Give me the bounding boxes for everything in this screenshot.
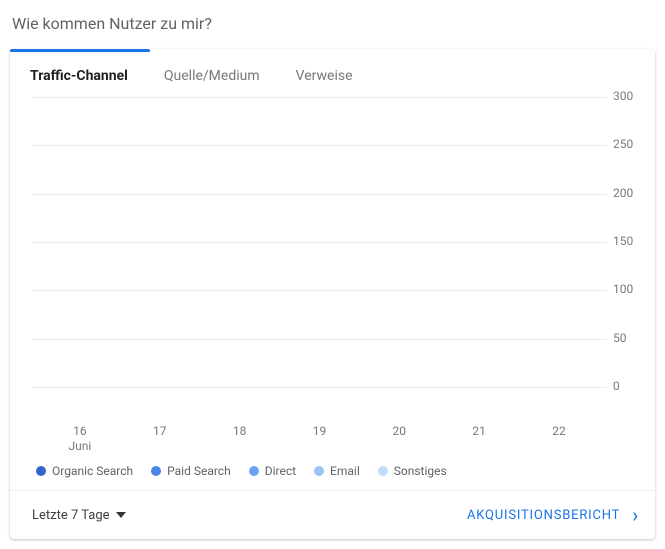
acquisition-card: Traffic-Channel Quelle/Medium Verweise 0 50… [10,49,655,539]
tab-quelle-medium[interactable]: Quelle/Medium [164,68,260,84]
chart-legend: Organic Search Paid Search Direct Email Sons… [36,464,655,478]
chart-x-axis: 16Juni 17 18 19 20 21 22 [32,424,607,454]
chart-y-tick: 300 [613,89,633,103]
chart-gridline [32,387,607,388]
chart-y-tick: 250 [613,137,633,151]
legend-swatch-icon [36,466,46,476]
tab-traffic-channel[interactable]: Traffic-Channel [30,68,128,84]
tab-verweise[interactable]: Verweise [296,68,353,84]
legend-label: Sonstiges [394,464,447,478]
acquisition-report-link[interactable]: AKQUISITIONSBERICHT › [467,505,639,525]
chart-y-tick: 200 [613,186,633,200]
chart-y-tick: 150 [613,234,633,248]
chart-x-tick: 20 [368,424,430,454]
legend-item-paid_search[interactable]: Paid Search [151,464,231,478]
legend-item-sonstiges[interactable]: Sonstiges [378,464,447,478]
card-footer: Letzte 7 Tage AKQUISITIONSBERICHT › [10,491,655,539]
legend-item-organic_search[interactable]: Organic Search [36,464,133,478]
tabs: Traffic-Channel Quelle/Medium Verweise [10,52,655,96]
chart-y-axis: 050100150200250300 [607,96,647,386]
legend-label: Email [330,464,360,478]
legend-swatch-icon [314,466,324,476]
chart-y-tick: 0 [613,379,620,393]
caret-down-icon [116,512,126,518]
legend-label: Paid Search [167,464,231,478]
chart-x-tick: 17 [129,424,191,454]
chevron-right-icon: › [632,505,639,525]
legend-item-direct[interactable]: Direct [249,464,296,478]
chart-x-tick: 21 [448,424,510,454]
legend-swatch-icon [151,466,161,476]
page-title: Wie kommen Nutzer zu mir? [0,0,665,49]
date-range-selector[interactable]: Letzte 7 Tage [32,508,126,523]
legend-label: Organic Search [52,464,133,478]
chart-plot [32,96,607,387]
chart-y-tick: 100 [613,282,633,296]
legend-label: Direct [265,464,296,478]
chart-x-tick: 16Juni [49,424,111,454]
legend-swatch-icon [249,466,259,476]
report-link-label: AKQUISITIONSBERICHT [467,508,620,523]
chart-x-tick: 22 [528,424,590,454]
chart-area: 050100150200250300 [32,96,647,420]
legend-swatch-icon [378,466,388,476]
legend-item-email[interactable]: Email [314,464,360,478]
chart-bars [32,97,607,387]
chart-y-tick: 50 [613,331,627,345]
chart-x-tick: 19 [288,424,350,454]
chart-x-tick: 18 [209,424,271,454]
date-range-label: Letzte 7 Tage [32,508,110,523]
